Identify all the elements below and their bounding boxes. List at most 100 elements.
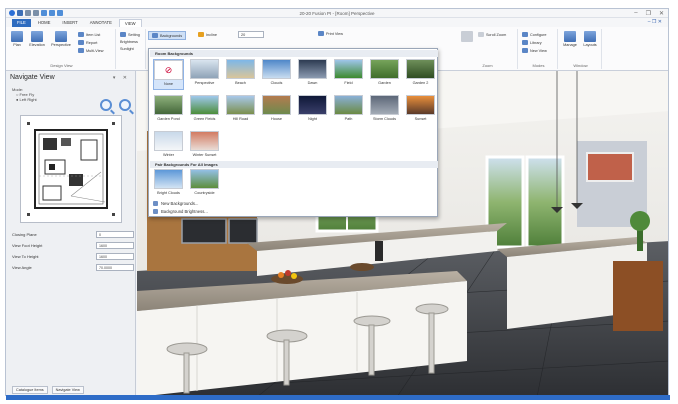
new-backgrounds-menu-item[interactable]: New Backgrounds... xyxy=(153,201,198,206)
background-thumb-label: Winter Sunset xyxy=(192,153,217,157)
background-thumb-green-fields[interactable]: Green Fields xyxy=(189,95,220,126)
background-preview-image xyxy=(262,59,291,79)
item-list-label: Item List xyxy=(86,32,101,37)
new-backgrounds-label: New Backgrounds... xyxy=(161,201,199,206)
tab-navigate-view[interactable]: Navigate View xyxy=(51,386,84,394)
background-thumb-label: None xyxy=(163,82,174,86)
background-thumb-beach[interactable]: Beach xyxy=(225,59,256,90)
view-angle-input[interactable]: 70.0000 xyxy=(96,264,134,271)
close-button[interactable]: ✕ xyxy=(659,10,664,17)
view-to-height-label: View To Height xyxy=(12,254,39,259)
sunlight-button[interactable]: Sunlight xyxy=(120,47,134,51)
view-foot-height-input[interactable]: 1600 xyxy=(96,242,134,249)
plan-button[interactable]: Plan xyxy=(8,31,26,47)
perspective-label: Perspective xyxy=(51,43,71,47)
configure-button[interactable]: Configure xyxy=(522,32,546,37)
background-thumb-label: Storm Clouds xyxy=(372,117,396,121)
background-thumb-house[interactable]: House xyxy=(261,95,292,126)
setting-button[interactable]: Setting xyxy=(120,32,140,37)
item-list-button[interactable]: Item List xyxy=(78,32,100,37)
background-preview-image xyxy=(406,95,435,115)
setting-icon xyxy=(120,32,126,37)
layouts-label: Layouts xyxy=(583,43,597,47)
tab-view[interactable]: VIEW xyxy=(118,19,142,27)
background-preview-image: ⊘ xyxy=(154,60,183,80)
background-thumb-hill-road[interactable]: Hill Road xyxy=(225,95,256,126)
report-button[interactable]: Report xyxy=(78,40,97,45)
scroll-zoom-button[interactable]: Scroll Zoom xyxy=(478,32,506,37)
report-label: Report xyxy=(86,40,98,45)
background-thumb-dawn[interactable]: Dawn xyxy=(297,59,328,90)
background-thumb-label: Green Fields xyxy=(193,117,216,121)
background-thumb-winter[interactable]: Winter xyxy=(153,131,184,162)
background-thumb-none[interactable]: ⊘ None xyxy=(153,59,184,90)
background-thumb-label: Winter xyxy=(163,153,174,157)
settings-group: Setting Brightness Sunlight xyxy=(118,29,146,69)
zoom-button[interactable] xyxy=(458,31,476,43)
tab-insert[interactable]: INSERT xyxy=(57,19,82,27)
panel-controls[interactable]: ▾ ✕ xyxy=(113,75,130,81)
layouts-button[interactable]: Layouts xyxy=(581,31,599,47)
background-preview-image xyxy=(154,131,183,151)
zoom-in-icon[interactable] xyxy=(100,99,112,111)
background-thumb-perspective[interactable]: Perspective xyxy=(189,59,220,90)
background-thumb-path[interactable]: Path xyxy=(333,95,364,126)
background-thumb-sunset[interactable]: Sunset xyxy=(405,95,436,126)
background-preview-image xyxy=(226,95,255,115)
report-icon xyxy=(78,40,84,45)
mode-option-left-right[interactable]: ● Left Right xyxy=(12,97,37,102)
background-preview-image xyxy=(334,95,363,115)
elevation-button[interactable]: Elevation xyxy=(26,31,48,47)
modes-group-label: Modes xyxy=(532,63,545,68)
new-view-button[interactable]: New View xyxy=(522,48,547,53)
backgrounds-dropdown-button[interactable]: Backgrounds xyxy=(148,31,187,40)
property-row: Closing Plane 0 xyxy=(10,229,134,240)
scroll-zoom-label: Scroll Zoom xyxy=(486,32,507,37)
brightness-icon xyxy=(153,209,158,214)
closing-plane-input[interactable]: 0 xyxy=(96,231,134,238)
library-button[interactable]: Library xyxy=(522,40,542,45)
ribbon-tabs: FILE HOME INSERT ANNOTATE VIEW – ❐ ✕ xyxy=(6,18,668,27)
manage-button[interactable]: Manage xyxy=(561,31,579,47)
background-thumb-bright-clouds[interactable]: Bright Clouds xyxy=(153,169,184,200)
background-thumb-clouds[interactable]: Clouds xyxy=(261,59,292,90)
floor-plan-navigator[interactable] xyxy=(20,115,122,223)
property-row: View Angle 70.0000 xyxy=(10,262,134,273)
background-thumb-winter-sunset[interactable]: Winter Sunset xyxy=(189,131,220,162)
background-thumb-label: Clouds xyxy=(270,81,283,85)
incline-input[interactable]: 20 xyxy=(238,31,264,38)
property-row: View To Height 1600 xyxy=(10,251,134,262)
background-thumb-label: Perspective xyxy=(194,81,215,85)
background-preview-image xyxy=(190,59,219,79)
background-thumb-field[interactable]: Field xyxy=(333,59,364,90)
ribbon-window-controls[interactable]: – ❐ ✕ xyxy=(648,19,662,25)
background-thumb-countryside[interactable]: Countryside xyxy=(189,169,220,200)
zoom-out-icon[interactable] xyxy=(119,99,131,111)
minimize-button[interactable]: – xyxy=(634,10,637,17)
background-thumb-storm-clouds[interactable]: Storm Clouds xyxy=(369,95,400,126)
tab-catalogue-items[interactable]: Catalogue Items xyxy=(12,386,48,394)
backgrounds-label: Backgrounds xyxy=(160,33,183,38)
plan-icon xyxy=(11,31,23,42)
background-thumb-garden-pond[interactable]: Garden Pond xyxy=(153,95,184,126)
multi-view-button[interactable]: Multi-View xyxy=(78,48,103,53)
background-thumb-garden-2[interactable]: Garden 2 xyxy=(405,59,436,90)
background-thumb-night[interactable]: Night xyxy=(297,95,328,126)
tab-file[interactable]: FILE xyxy=(12,19,31,27)
background-thumb-label: Garden Pond xyxy=(157,117,180,121)
tab-annotate[interactable]: ANNOTATE xyxy=(85,19,117,27)
incline-control[interactable]: Incline xyxy=(198,32,217,37)
background-preview-image xyxy=(370,95,399,115)
perspective-button[interactable]: Perspective xyxy=(48,31,74,47)
library-label: Library xyxy=(530,40,542,45)
background-preview-image xyxy=(334,59,363,79)
background-brightness-menu-item[interactable]: Background Brightness... xyxy=(153,209,208,214)
background-thumb-garden[interactable]: Garden xyxy=(369,59,400,90)
status-bar xyxy=(6,395,670,400)
plan-label: Plan xyxy=(13,43,21,47)
print-view-button[interactable]: Print View xyxy=(318,31,343,36)
brightness-button[interactable]: Brightness xyxy=(120,40,138,44)
tab-home[interactable]: HOME xyxy=(33,19,56,27)
maximize-button[interactable]: ❐ xyxy=(646,10,651,17)
view-to-height-input[interactable]: 1600 xyxy=(96,253,134,260)
